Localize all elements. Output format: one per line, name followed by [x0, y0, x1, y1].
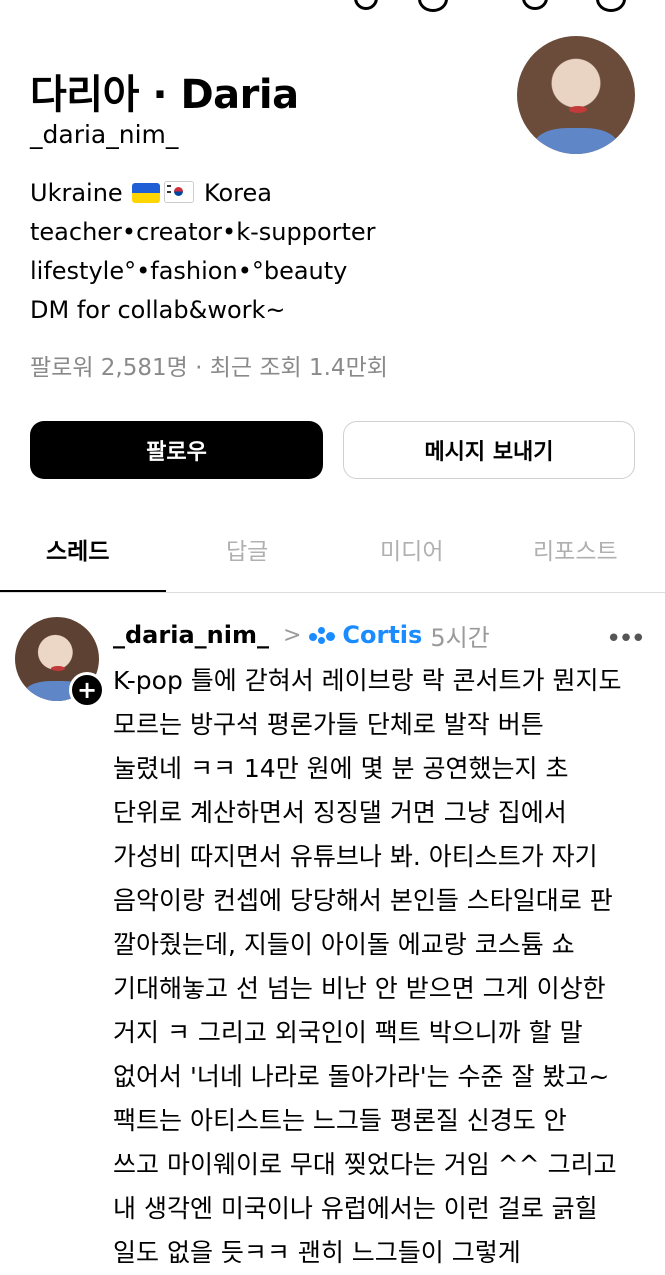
post-text-line: 눌렸네 ㅋㅋ 14만 원에 몇 분 공연했는지 초 — [113, 754, 569, 783]
post-timestamp: 5시간 — [430, 623, 490, 652]
search-icon[interactable] — [354, 0, 378, 10]
tab-media[interactable]: 미디어 — [380, 532, 443, 566]
post-text-line: K-pop 틀에 갇혀서 레이브랑 락 콘서트가 뭔지도 — [113, 666, 622, 695]
follow-plus-icon[interactable]: + — [69, 672, 105, 708]
bio-line: DM for collab&work~ — [30, 296, 286, 324]
post-author[interactable]: _daria_nim_ — [113, 621, 269, 649]
profile-tabs: 스레드 답글 미디어 리포스트 — [0, 522, 665, 593]
profile-avatar[interactable] — [517, 36, 635, 154]
chevron-right-icon: > — [282, 622, 302, 648]
bio-line: Ukraine Korea — [30, 179, 272, 207]
post-text-line: 깔아줬는데, 지들이 아이돌 에교랑 코스튬 쇼 — [113, 930, 575, 959]
post-text-line: 팩트는 아티스트는 느그들 평론질 신경도 안 — [113, 1106, 567, 1135]
post-text-line: 음악이랑 컨셉에 당당해서 본인들 스타일대로 판 — [113, 886, 613, 915]
post-text-line: 단위로 계산하면서 징징댈 거면 그냥 집에서 — [113, 798, 567, 827]
follow-button[interactable]: 팔로우 — [30, 421, 323, 479]
post-text-line: 거지 ㅋ 그리고 외국인이 팩트 박으니까 할 말 — [113, 1018, 583, 1047]
post-text-line: 일도 없을 듯ㅋㅋ 괜히 느그들이 그렇게 — [113, 1238, 521, 1267]
activity-icon[interactable] — [522, 0, 548, 10]
post-text-line: 가성비 따지면서 유튜브나 봐. 아티스트가 자기 — [113, 842, 598, 871]
top-nav-icons — [0, 0, 665, 12]
ukraine-flag-icon — [132, 183, 161, 203]
post-text-line: 모르는 방구석 평론가들 단체로 발작 버튼 — [113, 710, 544, 739]
ellipsis-icon[interactable]: ••• — [606, 624, 646, 654]
south-korea-flag-icon — [164, 181, 195, 203]
post-body: K-pop 틀에 갇혀서 레이브랑 락 콘서트가 뭔지도모르는 방구석 평론가들… — [113, 659, 648, 1275]
post-header: _daria_nim_ > Cortis 5시간 — [113, 617, 490, 653]
tab-threads[interactable]: 스레드 — [46, 532, 109, 566]
active-tab-indicator — [0, 590, 166, 592]
bio-line: lifestyle°•fashion•°beauty — [30, 257, 348, 285]
profile-stats[interactable]: 팔로워 2,581명 · 최근 조회 1.4만회 — [30, 348, 388, 382]
profile-display-name: 다리아 · Daria — [30, 72, 299, 118]
post-text-line: 내 생각엔 미국이나 유럽에서는 이런 걸로 긁힐 — [113, 1194, 598, 1223]
post-text-line: 쓰고 마이웨이로 무대 찢었다는 거임 ^^ 그리고 — [113, 1150, 617, 1179]
community-icon — [309, 624, 336, 646]
community-name[interactable]: Cortis — [342, 621, 422, 649]
tab-replies[interactable]: 답글 — [226, 532, 268, 566]
tab-reposts[interactable]: 리포스트 — [533, 532, 618, 566]
send-message-button[interactable]: 메시지 보내기 — [343, 421, 635, 479]
settings-icon[interactable] — [596, 0, 626, 12]
profile-bio: Ukraine Korea teacher•creator•k-supporte… — [30, 174, 376, 330]
post-text-line: 없어서 '너네 나라로 돌아가라'는 수준 잘 봤고~ — [113, 1062, 610, 1091]
bio-line: teacher•creator•k-supporter — [30, 218, 376, 246]
profile-handle: _daria_nim_ — [30, 120, 179, 149]
profile-icon[interactable] — [418, 0, 448, 12]
post-text-line: 기대해놓고 선 넘는 비난 안 받으면 그게 이상한 — [113, 974, 606, 1003]
